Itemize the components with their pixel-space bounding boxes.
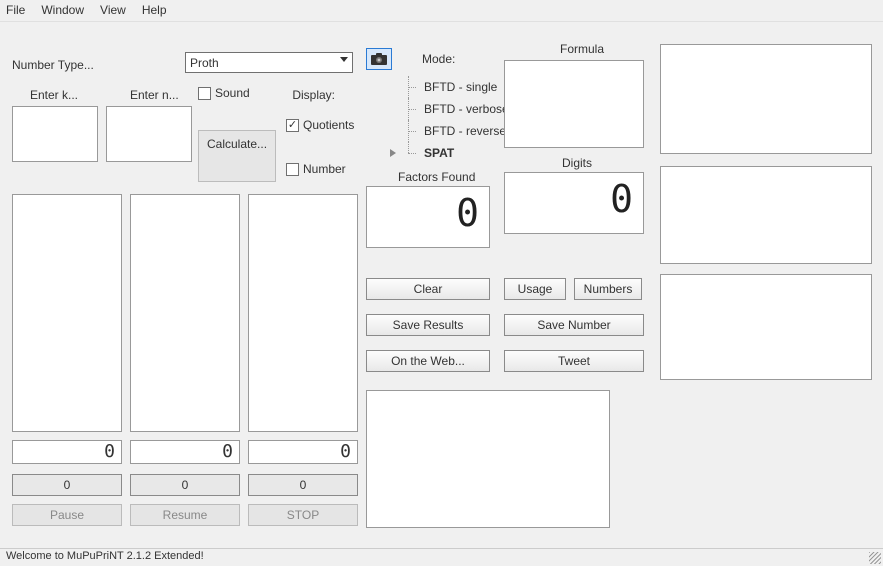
enter-n-input[interactable] — [106, 106, 192, 162]
right-panel-1[interactable] — [660, 44, 872, 154]
menu-help[interactable]: Help — [142, 3, 167, 18]
factors-found-label: Factors Found — [398, 170, 475, 184]
camera-button[interactable] — [366, 48, 392, 70]
save-number-button[interactable]: Save Number — [504, 314, 644, 336]
sound-checkbox[interactable] — [198, 87, 211, 100]
output-box-3[interactable] — [248, 194, 358, 432]
tweet-button[interactable]: Tweet — [504, 350, 644, 372]
mode-item-label: BFTD - reverse — [424, 124, 506, 138]
menu-file[interactable]: File — [6, 3, 25, 18]
enter-n-label: Enter n... — [130, 88, 179, 102]
mode-item-label: BFTD - single — [424, 80, 497, 94]
segment-display-3: 0 — [248, 440, 358, 464]
counter-button-2[interactable]: 0 — [130, 474, 240, 496]
enter-k-label: Enter k... — [30, 88, 78, 102]
right-panel-2[interactable] — [660, 166, 872, 264]
camera-icon — [371, 53, 387, 65]
segment-display-1: 0 — [12, 440, 122, 464]
mode-tree: BFTD - single BFTD - verbose BFTD - reve… — [404, 76, 509, 164]
mode-item-label: BFTD - verbose — [424, 102, 509, 116]
output-box-1[interactable] — [12, 194, 122, 432]
sound-label: Sound — [215, 86, 250, 100]
number-row: Number — [286, 162, 346, 176]
mode-label: Mode: — [422, 52, 455, 66]
pointer-icon — [390, 149, 396, 157]
menu-window[interactable]: Window — [41, 3, 84, 18]
quotients-label: Quotients — [303, 118, 354, 132]
calculate-button[interactable]: Calculate... — [198, 130, 276, 182]
digits-value: 0 — [505, 173, 643, 225]
resume-button[interactable]: Resume — [130, 504, 240, 526]
number-label: Number — [303, 162, 346, 176]
number-checkbox[interactable] — [286, 163, 299, 176]
mode-item-label: SPAT — [424, 146, 454, 160]
bottom-output-box[interactable] — [366, 390, 610, 528]
menu-view[interactable]: View — [100, 3, 126, 18]
mode-item-bftd-reverse[interactable]: BFTD - reverse — [404, 120, 509, 142]
mode-item-spat[interactable]: SPAT — [404, 142, 509, 164]
usage-button[interactable]: Usage — [504, 278, 566, 300]
status-bar: Welcome to MuPuPriNT 2.1.2 Extended! — [0, 548, 883, 566]
mode-item-bftd-verbose[interactable]: BFTD - verbose — [404, 98, 509, 120]
enter-k-input[interactable] — [12, 106, 98, 162]
counter-button-3[interactable]: 0 — [248, 474, 358, 496]
on-the-web-button[interactable]: On the Web... — [366, 350, 490, 372]
pause-button[interactable]: Pause — [12, 504, 122, 526]
digits-display: 0 — [504, 172, 644, 234]
factors-found-value: 0 — [367, 187, 489, 239]
mode-item-bftd-single[interactable]: BFTD - single — [404, 76, 509, 98]
formula-label: Formula — [560, 42, 604, 56]
quotients-row: ✓ Quotients — [286, 118, 354, 132]
display-label: Display: — [292, 88, 335, 102]
numbers-button[interactable]: Numbers — [574, 278, 642, 300]
output-box-2[interactable] — [130, 194, 240, 432]
chevron-down-icon — [340, 57, 348, 62]
formula-box[interactable] — [504, 60, 644, 148]
number-type-value: Proth — [190, 56, 219, 70]
right-panel-3[interactable] — [660, 274, 872, 380]
resize-grip-icon[interactable] — [869, 552, 881, 564]
number-type-label: Number Type... — [12, 58, 94, 72]
save-results-button[interactable]: Save Results — [366, 314, 490, 336]
clear-button[interactable]: Clear — [366, 278, 490, 300]
number-type-select[interactable]: Proth — [185, 52, 353, 73]
menubar: File Window View Help — [0, 0, 883, 22]
content-area: Number Type... Proth Enter k... Enter n.… — [0, 22, 883, 548]
factors-found-display: 0 — [366, 186, 490, 248]
quotients-checkbox[interactable]: ✓ — [286, 119, 299, 132]
status-text: Welcome to MuPuPriNT 2.1.2 Extended! — [6, 550, 204, 562]
segment-display-2: 0 — [130, 440, 240, 464]
sound-checkbox-row: Sound — [198, 86, 250, 100]
digits-label: Digits — [562, 156, 592, 170]
counter-button-1[interactable]: 0 — [12, 474, 122, 496]
stop-button[interactable]: STOP — [248, 504, 358, 526]
